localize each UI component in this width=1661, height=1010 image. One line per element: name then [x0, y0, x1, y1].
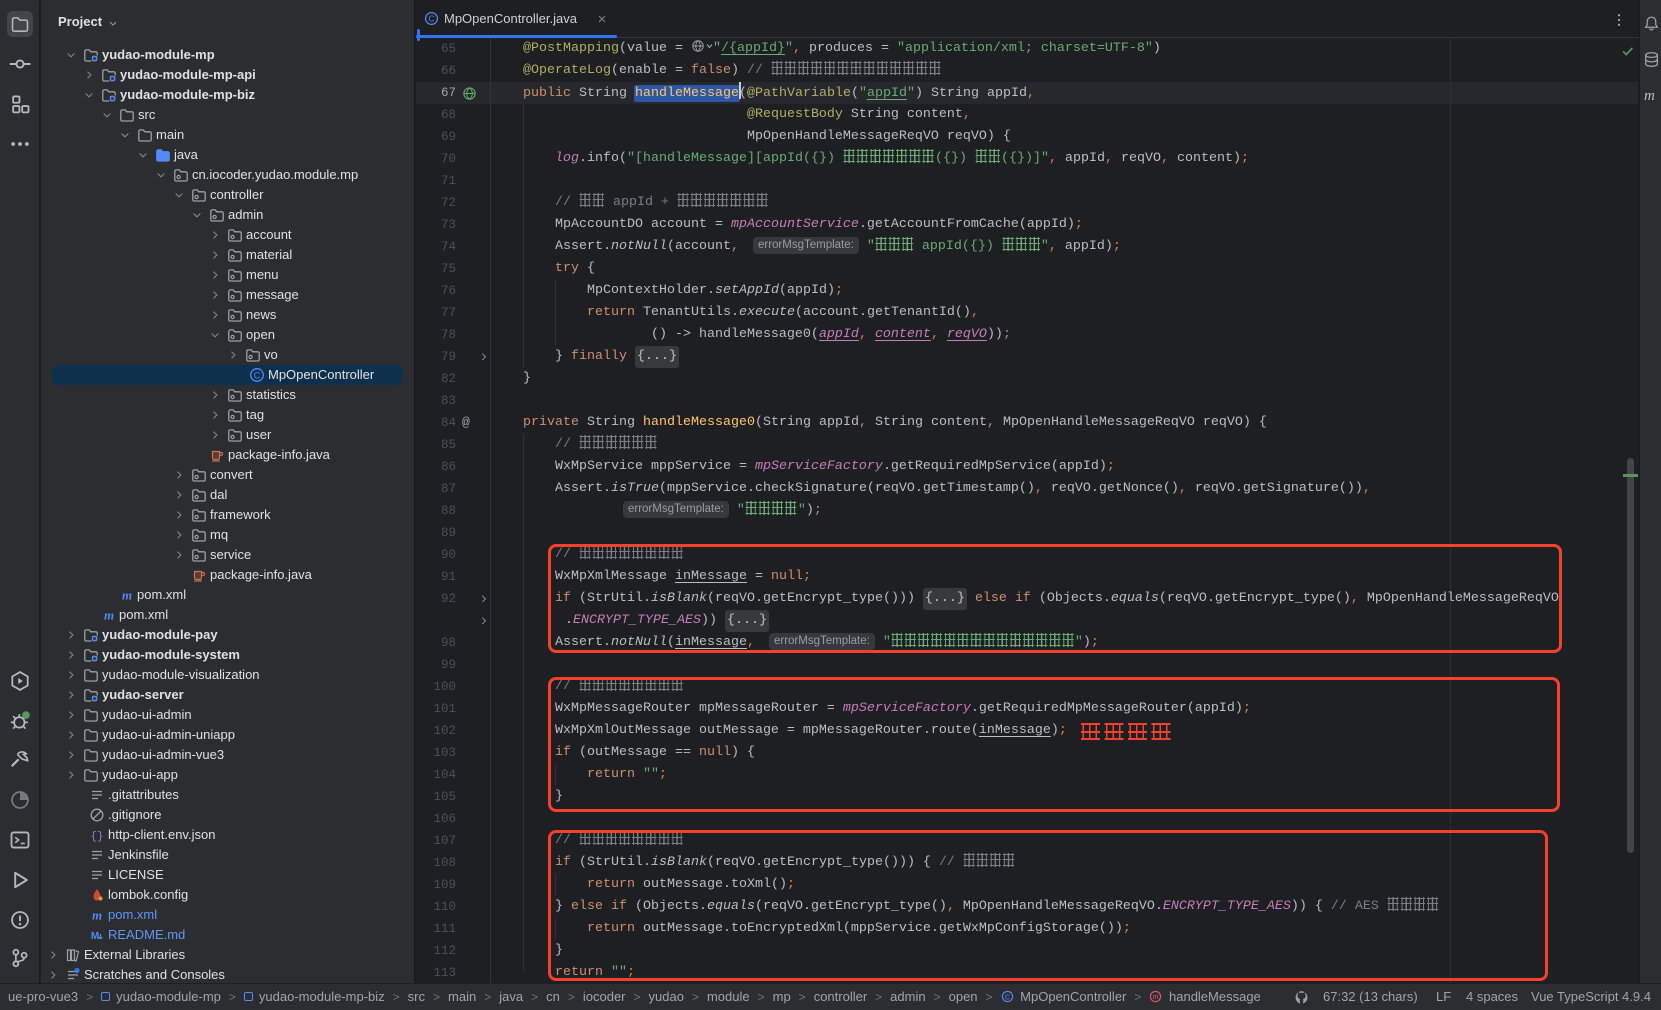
svg-text:C: C [254, 370, 261, 380]
svg-text:m: m [92, 908, 102, 923]
svg-text:C: C [428, 14, 434, 24]
svg-text:m: m [1153, 992, 1159, 1001]
svg-text:C: C [1004, 992, 1009, 1001]
svg-text:M: M [91, 931, 99, 942]
svg-text:m: m [104, 608, 114, 623]
svg-text:{}: {} [90, 831, 103, 843]
svg-text:m: m [122, 588, 132, 603]
